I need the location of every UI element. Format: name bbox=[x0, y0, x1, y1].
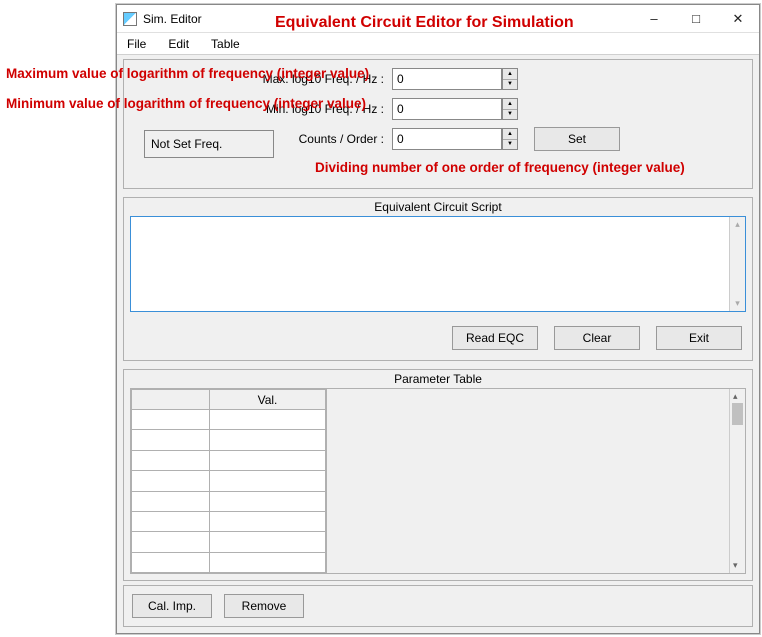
table-row[interactable] bbox=[132, 450, 326, 470]
param-cell-name[interactable] bbox=[132, 471, 210, 491]
max-log-freq-input[interactable] bbox=[392, 68, 502, 90]
param-cell-name[interactable] bbox=[132, 491, 210, 511]
param-cell-val[interactable] bbox=[210, 471, 326, 491]
param-cell-name[interactable] bbox=[132, 430, 210, 450]
param-cell-val[interactable] bbox=[210, 491, 326, 511]
parameter-table-groupbox: Parameter Table Val. bbox=[123, 369, 753, 581]
param-cell-name[interactable] bbox=[132, 532, 210, 552]
frequency-panel: Max. log10 Freq. / Hz : ▲▼ Min. log10 Fr… bbox=[123, 59, 753, 189]
minimize-button[interactable]: – bbox=[633, 5, 675, 33]
clear-button[interactable]: Clear bbox=[554, 326, 640, 350]
param-cell-val[interactable] bbox=[210, 532, 326, 552]
table-row[interactable] bbox=[132, 511, 326, 531]
sim-editor-window: Sim. Editor – □ ✕ File Edit Table Max. l… bbox=[116, 4, 760, 634]
app-icon bbox=[123, 12, 137, 26]
cal-imp-button[interactable]: Cal. Imp. bbox=[132, 594, 212, 618]
menu-edit[interactable]: Edit bbox=[162, 35, 195, 53]
exit-button[interactable]: Exit bbox=[656, 326, 742, 350]
param-cell-val[interactable] bbox=[210, 450, 326, 470]
menu-table[interactable]: Table bbox=[205, 35, 246, 53]
menu-file[interactable]: File bbox=[121, 35, 152, 53]
parameter-table-title: Parameter Table bbox=[124, 370, 752, 388]
param-cell-val[interactable] bbox=[210, 552, 326, 572]
table-row[interactable] bbox=[132, 410, 326, 430]
read-eqc-button[interactable]: Read EQC bbox=[452, 326, 538, 350]
table-row[interactable] bbox=[132, 532, 326, 552]
parameter-table-wrap: Val. bbox=[130, 388, 746, 574]
param-cell-name[interactable] bbox=[132, 410, 210, 430]
min-log-freq-spinner[interactable]: ▲▼ bbox=[502, 98, 518, 120]
counts-order-label: Counts / Order : bbox=[262, 132, 392, 146]
param-cell-val[interactable] bbox=[210, 410, 326, 430]
param-cell-val[interactable] bbox=[210, 511, 326, 531]
table-row[interactable] bbox=[132, 430, 326, 450]
table-row[interactable] bbox=[132, 491, 326, 511]
max-log-freq-label: Max. log10 Freq. / Hz : bbox=[262, 72, 392, 86]
param-cell-name[interactable] bbox=[132, 552, 210, 572]
titlebar: Sim. Editor – □ ✕ bbox=[117, 5, 759, 33]
table-row[interactable] bbox=[132, 471, 326, 491]
parameter-table-blank-area bbox=[326, 389, 729, 573]
script-button-row: Read EQC Clear Exit bbox=[124, 318, 752, 360]
param-cell-name[interactable] bbox=[132, 450, 210, 470]
parameter-table[interactable]: Val. bbox=[131, 389, 326, 573]
min-log-freq-label: Min. log10 Freq. / Hz : bbox=[262, 102, 392, 116]
window-title: Sim. Editor bbox=[143, 12, 202, 26]
maximize-button[interactable]: □ bbox=[675, 5, 717, 33]
menubar: File Edit Table bbox=[117, 33, 759, 55]
counts-order-input[interactable] bbox=[392, 128, 502, 150]
close-button[interactable]: ✕ bbox=[717, 5, 759, 33]
counts-order-spinner[interactable]: ▲▼ bbox=[502, 128, 518, 150]
param-col-val: Val. bbox=[210, 390, 326, 410]
table-row[interactable] bbox=[132, 552, 326, 572]
parameter-table-scrollbar[interactable] bbox=[729, 389, 745, 573]
set-button[interactable]: Set bbox=[534, 127, 620, 151]
param-cell-val[interactable] bbox=[210, 430, 326, 450]
min-log-freq-input[interactable] bbox=[392, 98, 502, 120]
param-cell-name[interactable] bbox=[132, 511, 210, 531]
remove-button[interactable]: Remove bbox=[224, 594, 304, 618]
script-groupbox: Equivalent Circuit Script ▴▾ Read EQC Cl… bbox=[123, 197, 753, 361]
script-scrollbar[interactable]: ▴▾ bbox=[729, 217, 745, 311]
script-textarea-wrap: ▴▾ bbox=[130, 216, 746, 312]
param-col-blank bbox=[132, 390, 210, 410]
freq-status-box: Not Set Freq. bbox=[144, 130, 274, 158]
script-textarea[interactable] bbox=[131, 217, 729, 311]
script-group-title: Equivalent Circuit Script bbox=[124, 198, 752, 216]
max-log-freq-spinner[interactable]: ▲▼ bbox=[502, 68, 518, 90]
bottom-button-bar: Cal. Imp. Remove bbox=[123, 585, 753, 627]
